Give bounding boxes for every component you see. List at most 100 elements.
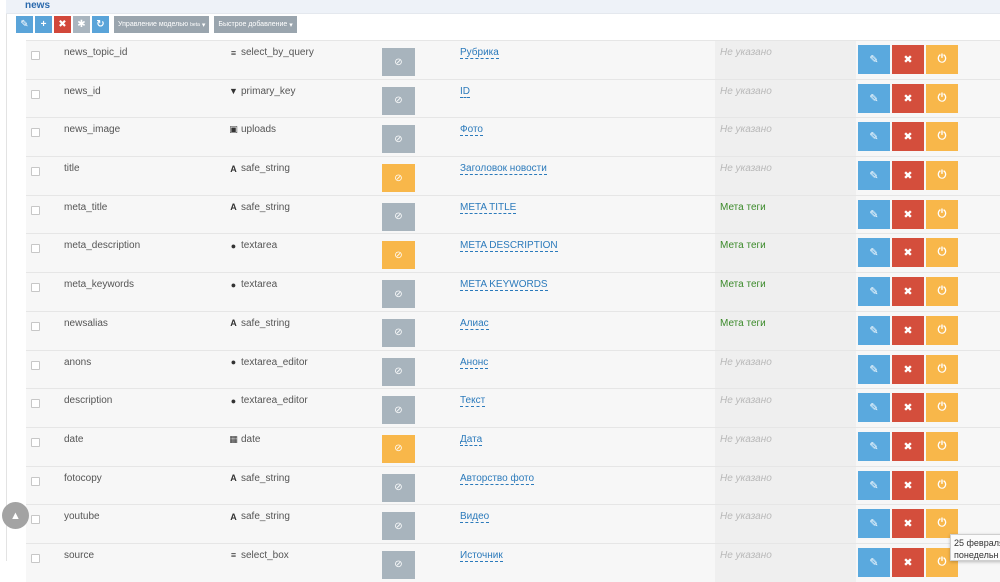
- edit-row-button[interactable]: ✎: [858, 547, 890, 577]
- power-row-button[interactable]: ⏻: [926, 315, 958, 345]
- delete-row-button[interactable]: ✖: [892, 393, 924, 423]
- edit-row-button[interactable]: ✎: [858, 45, 890, 74]
- power-row-button[interactable]: ⏻: [926, 122, 958, 152]
- status-toggle-button[interactable]: ⊘: [382, 396, 415, 425]
- field-label-link[interactable]: META KEYWORDS: [460, 279, 548, 292]
- list-icon: ≡: [230, 47, 237, 58]
- settings-button[interactable]: ✱: [73, 16, 90, 33]
- delete-button[interactable]: ✖: [54, 16, 71, 33]
- status-toggle-button[interactable]: ⊘: [382, 473, 415, 502]
- field-label-link[interactable]: Анонс: [460, 357, 489, 369]
- row-checkbox[interactable]: [31, 360, 40, 370]
- edit-button[interactable]: ✎: [16, 16, 33, 33]
- field-label-link[interactable]: Рубрика: [460, 47, 499, 59]
- edit-row-button[interactable]: ✎: [858, 277, 890, 307]
- row-checkbox[interactable]: [31, 283, 40, 293]
- row-checkbox[interactable]: [31, 437, 40, 447]
- quick-add-dropdown[interactable]: Быстрое добавление ▾: [214, 16, 297, 33]
- power-row-button[interactable]: ⏻: [926, 393, 958, 423]
- row-checkbox[interactable]: [31, 476, 40, 486]
- field-label-link[interactable]: Дата: [460, 434, 483, 446]
- delete-row-button[interactable]: ✖: [892, 470, 924, 500]
- edit-row-button[interactable]: ✎: [858, 238, 890, 268]
- delete-row-button[interactable]: ✖: [892, 83, 924, 113]
- scroll-to-top-button[interactable]: ▲: [2, 502, 29, 529]
- delete-row-button[interactable]: ✖: [892, 122, 924, 152]
- delete-row-button[interactable]: ✖: [892, 199, 924, 229]
- field-type-label: safe_string: [241, 472, 290, 484]
- power-row-button[interactable]: ⏻: [926, 45, 958, 74]
- refresh-button[interactable]: ↻: [92, 16, 109, 33]
- edit-row-button[interactable]: ✎: [858, 393, 890, 423]
- delete-row-button[interactable]: ✖: [892, 354, 924, 384]
- edit-row-button[interactable]: ✎: [858, 354, 890, 384]
- row-checkbox[interactable]: [31, 515, 40, 525]
- row-checkbox[interactable]: [31, 89, 40, 99]
- row-checkbox[interactable]: [31, 51, 40, 60]
- status-toggle-button[interactable]: ⊘: [382, 434, 415, 463]
- check-circle-icon: ⊘: [394, 172, 403, 184]
- status-toggle-button[interactable]: ⊘: [382, 318, 415, 347]
- edit-row-button[interactable]: ✎: [858, 509, 890, 539]
- power-row-button[interactable]: ⏻: [926, 354, 958, 384]
- row-checkbox[interactable]: [31, 399, 40, 409]
- manage-model-dropdown[interactable]: Управление моделью beta ▾: [114, 16, 210, 33]
- status-toggle-button[interactable]: ⊘: [382, 48, 415, 76]
- power-row-button[interactable]: ⏻: [926, 238, 958, 268]
- status-toggle-button[interactable]: ⊘: [382, 241, 415, 270]
- status-toggle-button[interactable]: ⊘: [382, 357, 415, 386]
- edit-row-button[interactable]: ✎: [858, 83, 890, 113]
- pencil-icon: ✎: [869, 479, 879, 492]
- delete-row-button[interactable]: ✖: [892, 547, 924, 577]
- field-label-link[interactable]: Фото: [460, 124, 483, 137]
- status-toggle-button[interactable]: ⊘: [382, 202, 415, 231]
- field-label-link[interactable]: META DESCRIPTION: [460, 240, 558, 253]
- status-toggle-button[interactable]: ⊘: [382, 125, 415, 154]
- field-label-link[interactable]: Источник: [460, 550, 503, 562]
- status-toggle-button[interactable]: ⊘: [382, 164, 415, 193]
- field-type: ● textarea_editor: [229, 395, 308, 406]
- field-label-link[interactable]: META TITLE: [460, 202, 517, 214]
- row-checkbox[interactable]: [31, 205, 40, 215]
- power-row-button[interactable]: ⏻: [926, 199, 958, 229]
- delete-row-button[interactable]: ✖: [892, 45, 924, 74]
- power-row-button[interactable]: ⏻: [926, 470, 958, 500]
- row-checkbox[interactable]: [31, 128, 40, 138]
- power-row-button[interactable]: ⏻: [926, 83, 958, 113]
- check-circle-icon: ⊘: [394, 366, 403, 377]
- power-row-button[interactable]: ⏻: [926, 431, 958, 461]
- status-toggle-button[interactable]: ⊘: [382, 512, 415, 541]
- add-button[interactable]: +: [35, 16, 52, 33]
- row-checkbox[interactable]: [31, 553, 40, 563]
- power-row-button[interactable]: ⏻: [926, 161, 958, 191]
- edit-row-button[interactable]: ✎: [858, 315, 890, 345]
- row-checkbox[interactable]: [31, 321, 40, 331]
- delete-row-button[interactable]: ✖: [892, 431, 924, 461]
- delete-row-button[interactable]: ✖: [892, 161, 924, 191]
- delete-row-button[interactable]: ✖: [892, 509, 924, 539]
- edit-row-button[interactable]: ✎: [858, 431, 890, 461]
- field-type: ≡ select_box: [229, 550, 289, 561]
- edit-row-button[interactable]: ✎: [858, 122, 890, 152]
- status-toggle-button[interactable]: ⊘: [382, 280, 415, 309]
- edit-row-button[interactable]: ✎: [858, 161, 890, 191]
- field-label-link[interactable]: Текст: [460, 395, 486, 408]
- field-label-link[interactable]: Видео: [460, 511, 490, 524]
- status-toggle-button[interactable]: ⊘: [382, 86, 415, 115]
- status-toggle-button[interactable]: ⊘: [382, 550, 415, 579]
- power-icon: ⏻: [937, 517, 947, 530]
- row-checkbox[interactable]: [31, 167, 40, 177]
- row-checkbox[interactable]: [31, 244, 40, 254]
- field-label-link[interactable]: Авторство фото: [460, 473, 535, 485]
- power-row-button[interactable]: ⏻: [926, 277, 958, 307]
- edit-row-button[interactable]: ✎: [858, 470, 890, 500]
- pencil-icon: ✎: [869, 556, 879, 569]
- edit-row-button[interactable]: ✎: [858, 199, 890, 229]
- field-label-link[interactable]: ID: [460, 86, 470, 98]
- field-label-link[interactable]: Заголовок новости: [460, 163, 547, 176]
- delete-row-button[interactable]: ✖: [892, 277, 924, 307]
- delete-row-button[interactable]: ✖: [892, 238, 924, 268]
- field-label-link[interactable]: Алиас: [460, 318, 489, 330]
- delete-row-button[interactable]: ✖: [892, 315, 924, 345]
- refresh-icon: ↻: [96, 19, 105, 30]
